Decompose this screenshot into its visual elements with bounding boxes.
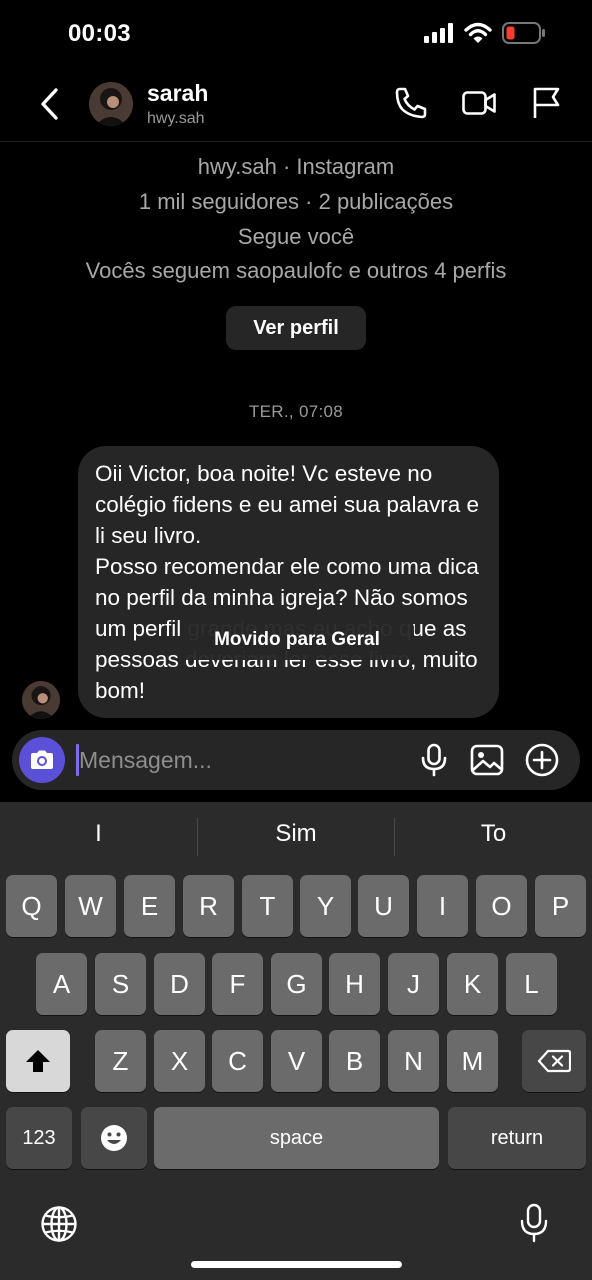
- key-v[interactable]: V: [271, 1030, 322, 1092]
- key-e[interactable]: E: [124, 875, 175, 937]
- camera-icon: [31, 750, 53, 769]
- microphone-icon[interactable]: [416, 742, 452, 778]
- return-key[interactable]: return: [448, 1107, 586, 1169]
- contact-handle: hwy.sah: [147, 110, 205, 127]
- key-b[interactable]: B: [329, 1030, 380, 1092]
- numbers-key[interactable]: 123: [6, 1107, 72, 1169]
- shift-key[interactable]: [6, 1030, 70, 1092]
- status-icons: [424, 22, 546, 44]
- camera-button[interactable]: [19, 737, 65, 783]
- view-profile-button[interactable]: Ver perfil: [226, 306, 366, 350]
- backspace-icon: [537, 1049, 571, 1073]
- key-c[interactable]: C: [212, 1030, 263, 1092]
- key-n[interactable]: N: [388, 1030, 439, 1092]
- suggestion-1[interactable]: I: [0, 820, 197, 848]
- emoji-key[interactable]: [81, 1107, 147, 1169]
- key-u[interactable]: U: [358, 875, 409, 937]
- home-indicator[interactable]: [191, 1261, 402, 1268]
- contact-name[interactable]: sarah: [147, 80, 208, 107]
- phone-icon[interactable]: [394, 86, 428, 120]
- key-j[interactable]: J: [388, 953, 439, 1015]
- message-bubble[interactable]: Oii Victor, boa noite! Vc esteve no colé…: [78, 446, 499, 718]
- globe-icon[interactable]: [40, 1205, 78, 1243]
- key-a[interactable]: A: [36, 953, 87, 1015]
- key-g[interactable]: G: [271, 953, 322, 1015]
- profile-username-line: hwy.sah · Instagram: [197, 154, 395, 179]
- message-input[interactable]: [79, 742, 379, 778]
- message-paragraph-1: Oii Victor, boa noite! Vc esteve no colé…: [95, 461, 479, 548]
- header-divider: [0, 141, 592, 142]
- key-x[interactable]: X: [154, 1030, 205, 1092]
- key-s[interactable]: S: [95, 953, 146, 1015]
- mutual-follows-line: Vocês seguem saopaulofc e outros 4 perfi…: [85, 258, 507, 283]
- dictation-icon[interactable]: [519, 1202, 549, 1244]
- key-z[interactable]: Z: [95, 1030, 146, 1092]
- emoji-icon: [101, 1125, 127, 1151]
- video-call-icon[interactable]: [461, 86, 497, 120]
- cellular-signal-icon: [424, 23, 453, 43]
- wifi-icon: [464, 22, 492, 43]
- plus-circle-icon[interactable]: [524, 742, 560, 778]
- gallery-icon[interactable]: [469, 742, 505, 778]
- key-w[interactable]: W: [65, 875, 116, 937]
- key-q[interactable]: Q: [6, 875, 57, 937]
- profile-stats-line: 1 mil seguidores · 2 publicações: [138, 189, 454, 214]
- back-chevron-icon[interactable]: [36, 86, 66, 122]
- shift-icon: [26, 1050, 50, 1072]
- key-l[interactable]: L: [506, 953, 557, 1015]
- avatar[interactable]: [89, 82, 133, 126]
- key-m[interactable]: M: [447, 1030, 498, 1092]
- key-o[interactable]: O: [476, 875, 527, 937]
- key-k[interactable]: K: [447, 953, 498, 1015]
- suggestion-3[interactable]: To: [395, 820, 592, 848]
- key-r[interactable]: R: [183, 875, 234, 937]
- space-key[interactable]: space: [154, 1107, 439, 1169]
- battery-low-icon: [502, 22, 545, 44]
- follows-you-line: Segue você: [237, 224, 355, 249]
- moved-toast: Movido para Geral: [180, 620, 414, 660]
- backspace-key[interactable]: [522, 1030, 586, 1092]
- key-p[interactable]: P: [535, 875, 586, 937]
- key-h[interactable]: H: [329, 953, 380, 1015]
- key-d[interactable]: D: [154, 953, 205, 1015]
- message-timestamp: TER., 07:08: [248, 402, 343, 421]
- flag-icon[interactable]: [531, 86, 561, 120]
- key-i[interactable]: I: [417, 875, 468, 937]
- suggestion-2[interactable]: Sim: [198, 820, 394, 848]
- sender-avatar[interactable]: [22, 681, 60, 719]
- key-y[interactable]: Y: [300, 875, 351, 937]
- status-time: 00:03: [68, 20, 131, 47]
- key-f[interactable]: F: [212, 953, 263, 1015]
- key-t[interactable]: T: [242, 875, 293, 937]
